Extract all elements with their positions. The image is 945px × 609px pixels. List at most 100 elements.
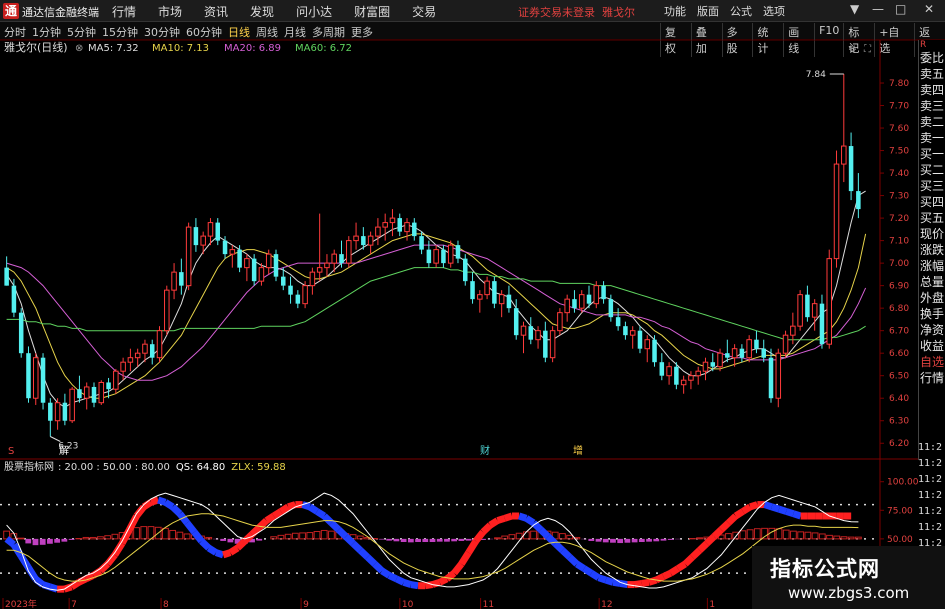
histogram-bar: [89, 536, 97, 540]
panel-change-pct: 涨幅: [920, 259, 945, 273]
maximize-icon[interactable]: □: [895, 2, 906, 16]
menu-item-news[interactable]: 资讯: [204, 3, 228, 20]
period-tab-more[interactable]: 更多: [351, 24, 373, 40]
close-small-icon[interactable]: ⊗: [75, 43, 83, 54]
candle-body-up: [324, 262, 330, 269]
histogram-bar: [328, 530, 335, 540]
period-tab-15min[interactable]: 15分钟: [102, 24, 138, 40]
period-tab-multi[interactable]: 多周期: [312, 24, 345, 40]
chart-area[interactable]: 雅戈尔(日线) ⊗ MA5: 7.32 MA10: 7.13 MA20: 6.8…: [0, 40, 945, 609]
candle-body-down: [615, 317, 621, 327]
trend-band-segment: [177, 511, 190, 526]
trend-band-segment: [668, 565, 680, 577]
trend-band-segment: [597, 574, 607, 584]
menu-item-market[interactable]: 市场: [158, 3, 182, 20]
main-chart-title: 雅戈尔(日线): [4, 40, 68, 54]
panel-tab-watchlist[interactable]: 自选: [919, 354, 945, 370]
settings-icon[interactable]: ⚙: [848, 44, 857, 55]
candle-body-up: [477, 294, 483, 300]
histogram-bar: [855, 536, 862, 540]
title-bar: 通 通达信金融终端 行情 市场 资讯 发现 问小达 财富圈 交易 证券交易未登录…: [0, 0, 945, 22]
candle-body-down: [18, 312, 24, 354]
menu-item-formula[interactable]: 公式: [730, 3, 752, 19]
candle-body-up: [578, 294, 585, 309]
candle-body-down: [251, 258, 257, 282]
candle-body-up: [331, 253, 337, 264]
period-tab-weekly[interactable]: 周线: [256, 24, 278, 40]
candlesticks: [4, 74, 861, 437]
histogram-bar: [660, 538, 667, 541]
fullscreen-icon[interactable]: ⛶: [863, 44, 872, 55]
candle-body-up: [447, 244, 454, 264]
candle-body-down: [149, 344, 155, 358]
menu-item-wealth[interactable]: 财富圈: [354, 3, 390, 20]
candle-body-up: [389, 217, 396, 224]
candle-body-up: [367, 235, 374, 246]
tick-time: 11:2: [918, 490, 943, 501]
menu-item-ask[interactable]: 问小达: [296, 3, 332, 20]
price-tick-label: 6.70: [889, 327, 909, 337]
period-tab-30min[interactable]: 30分钟: [144, 24, 180, 40]
menu-item-options[interactable]: 选项: [763, 3, 785, 19]
candle-body-down: [62, 402, 68, 421]
period-tab-monthly[interactable]: 月线: [284, 24, 306, 40]
event-mark-s[interactable]: S: [8, 446, 14, 457]
dropdown-icon[interactable]: ▼: [850, 2, 859, 16]
period-tabs: 分时 1分钟 5分钟 15分钟 30分钟 60分钟 日线 周线 月线 多周期 更…: [4, 24, 379, 40]
menu-item-function[interactable]: 功能: [664, 3, 686, 19]
event-mark-zeng[interactable]: 增: [573, 444, 583, 457]
menu-item-layout[interactable]: 版面: [697, 3, 719, 19]
event-mark-jie[interactable]: 解: [59, 444, 69, 457]
trend-band-segment: [315, 508, 327, 519]
candle-body-up: [520, 325, 527, 336]
candle-body-down: [179, 272, 184, 286]
period-tab-intraday[interactable]: 分时: [4, 24, 26, 40]
trend-band-segment: [141, 499, 153, 510]
panel-buy2: 买二: [920, 163, 945, 177]
candle-body-down: [281, 276, 286, 286]
price-tick-label: 7.50: [889, 147, 909, 157]
main-menu: 行情 市场 资讯 发现 问小达 财富圈 交易: [112, 3, 458, 20]
histogram-bar: [617, 538, 624, 544]
panel-sell5: 卖五: [920, 67, 945, 81]
price-tick-label: 6.50: [889, 372, 909, 382]
trend-band-segment: [647, 576, 658, 586]
login-status[interactable]: 证券交易未登录 雅戈尔: [518, 4, 635, 20]
minimize-icon[interactable]: —: [872, 2, 884, 16]
trend-band-segment: [357, 547, 370, 560]
trend-band-segment: [307, 503, 319, 515]
menu-item-quotes[interactable]: 行情: [112, 3, 136, 20]
candle-body-down: [848, 146, 854, 192]
date-tick-label: 7: [71, 600, 77, 609]
candle-body-down: [237, 249, 242, 268]
period-tab-5min[interactable]: 5分钟: [67, 24, 96, 40]
candle-body-up: [702, 361, 709, 372]
panel-tab-quotes[interactable]: 行情: [919, 370, 945, 386]
period-tab-1min[interactable]: 1分钟: [32, 24, 61, 40]
trend-band-segment: [538, 527, 551, 540]
panel-buy4: 买四: [920, 195, 945, 209]
menu-item-trade[interactable]: 交易: [412, 3, 436, 20]
candle-body-up: [120, 361, 126, 372]
period-tab-daily[interactable]: 日线: [228, 24, 250, 40]
trend-band-segment: [380, 567, 392, 579]
trend-band-segment: [777, 505, 788, 515]
histogram-bar: [811, 532, 819, 540]
close-icon[interactable]: ✕: [924, 2, 934, 16]
trend-band-segment: [191, 529, 205, 544]
candle-body-up: [775, 352, 782, 399]
histogram-bar: [61, 538, 68, 542]
candle-body-down: [222, 240, 228, 255]
trend-band-segment: [770, 503, 781, 513]
event-mark-cai[interactable]: 财: [480, 444, 490, 457]
menu-item-discover[interactable]: 发现: [250, 3, 274, 20]
price-tick-label: 6.30: [889, 417, 909, 427]
period-tab-60min[interactable]: 60分钟: [186, 24, 222, 40]
candle-body-up: [207, 222, 214, 237]
trend-band-segment: [206, 545, 218, 556]
histogram-bar: [522, 531, 530, 540]
panel-sell3: 卖三: [920, 99, 945, 113]
candle-body-down: [91, 386, 97, 403]
price-tick-label: 7.10: [889, 237, 909, 247]
trend-band-segment: [612, 578, 621, 587]
